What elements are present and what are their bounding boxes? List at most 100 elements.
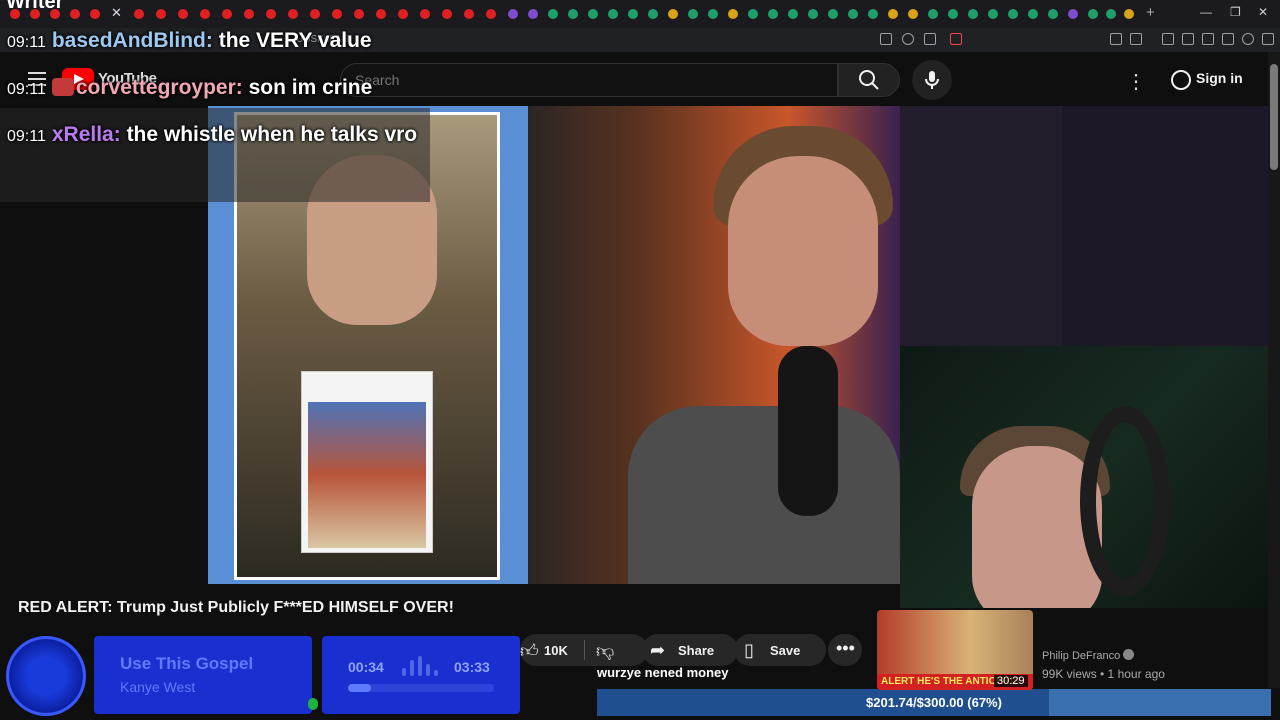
tab-favicon[interactable]	[10, 9, 20, 19]
sidebar-icon[interactable]	[1182, 33, 1194, 45]
tab-favicon[interactable]	[588, 9, 598, 19]
tab-favicon[interactable]	[648, 9, 658, 19]
share-label: Share	[678, 643, 715, 658]
tab-favicon[interactable]	[968, 9, 978, 19]
tab-favicon[interactable]	[868, 9, 878, 19]
settings-menu-icon[interactable]: ⋮	[1126, 69, 1146, 94]
tab-favicon[interactable]	[1048, 9, 1058, 19]
recommended-channel[interactable]: Philip DeFranco	[1042, 649, 1135, 662]
tab-favicon[interactable]	[908, 9, 918, 19]
share-page-icon[interactable]	[924, 33, 936, 45]
tab-favicon[interactable]	[420, 9, 430, 19]
tab-favicon[interactable]	[156, 9, 166, 19]
donation-goal-text: $201.74/$300.00 (67%)	[866, 695, 1002, 710]
tab-favicon[interactable]	[628, 9, 638, 19]
chat-username: basedAndBlind	[51, 29, 206, 52]
song-progress-fill	[348, 684, 372, 692]
tab-favicon[interactable]	[1008, 9, 1018, 19]
zoom-icon[interactable]	[902, 33, 914, 45]
chat-message: 09:11 basedAndBlind: the VERY value	[7, 29, 372, 52]
menu-icon[interactable]	[1262, 33, 1274, 45]
equalizer-icon	[402, 656, 442, 678]
tab-favicon[interactable]	[486, 9, 496, 19]
tab-favicon[interactable]	[528, 9, 538, 19]
tab-favicon[interactable]	[1106, 9, 1116, 19]
tab-favicon[interactable]	[332, 9, 342, 19]
more-actions-button[interactable]: •••	[828, 634, 862, 666]
tab-favicon[interactable]	[200, 9, 210, 19]
tab-favicon[interactable]	[1028, 9, 1038, 19]
share-button[interactable]: ➦ Share	[642, 634, 738, 666]
tab-favicon[interactable]	[748, 9, 758, 19]
streamer-webcam	[900, 346, 1280, 608]
tab-favicon[interactable]	[808, 9, 818, 19]
thumbs-down-icon[interactable]: 👎︎	[596, 640, 614, 662]
tab-favicon[interactable]	[70, 9, 80, 19]
chat-timestamp: 09:11	[7, 34, 46, 51]
tab-favicon[interactable]	[988, 9, 998, 19]
tab-favicon[interactable]	[442, 9, 452, 19]
tab-favicon[interactable]	[266, 9, 276, 19]
tab-favicon[interactable]	[178, 9, 188, 19]
tab-favicon[interactable]	[398, 9, 408, 19]
tab-favicon[interactable]	[310, 9, 320, 19]
like-count[interactable]: 10K	[544, 643, 568, 658]
tab-favicon[interactable]	[376, 9, 386, 19]
voice-search-button[interactable]	[912, 60, 952, 100]
search-button[interactable]	[838, 63, 900, 97]
tab-favicon[interactable]	[708, 9, 718, 19]
tab-favicon[interactable]	[464, 9, 474, 19]
vpn-icon[interactable]	[1222, 33, 1234, 45]
maximize-icon[interactable]: ❐	[1230, 5, 1241, 19]
extensions-icon[interactable]	[1110, 33, 1122, 45]
minimize-icon[interactable]: —	[1200, 5, 1212, 19]
browser-tab-strip: Writer ✕ + — ❐ ✕	[0, 0, 1280, 28]
bookmark-icon: ▯	[744, 640, 754, 660]
chat-message: 09:11 xRella: the whistle when he talks v…	[7, 123, 418, 146]
chat-overlay: 09:11 basedAndBlind: the VERY value 09:11…	[0, 26, 430, 152]
tab-favicon[interactable]	[768, 9, 778, 19]
search-icon	[859, 70, 879, 90]
tab-favicon[interactable]	[354, 9, 364, 19]
tab-favicon[interactable]	[848, 9, 858, 19]
tab-favicon[interactable]	[788, 9, 798, 19]
tab-favicon[interactable]	[688, 9, 698, 19]
chat-text: the whistle when he talks vro	[126, 123, 418, 146]
tab-favicon[interactable]	[30, 9, 40, 19]
tab-favicon[interactable]	[222, 9, 232, 19]
install-icon[interactable]	[880, 33, 892, 45]
tab-favicon[interactable]	[288, 9, 298, 19]
thumbs-up-icon[interactable]: 👍︎	[520, 640, 539, 662]
now-playing-card: Use This Gospel Kanye West	[94, 636, 312, 714]
scrollbar-thumb[interactable]	[1270, 64, 1278, 170]
tab-favicon[interactable]	[50, 9, 60, 19]
tab-favicon[interactable]	[948, 9, 958, 19]
tab-favicon[interactable]	[90, 9, 100, 19]
tab-favicon[interactable]	[828, 9, 838, 19]
tab-favicon[interactable]	[608, 9, 618, 19]
close-tab-icon[interactable]: ✕	[111, 5, 122, 21]
save-button[interactable]: ▯ Save	[734, 634, 826, 666]
scrollbar[interactable]	[1268, 52, 1280, 688]
shield-icon[interactable]	[1242, 33, 1254, 45]
close-window-icon[interactable]: ✕	[1258, 5, 1268, 19]
tab-favicon[interactable]	[728, 9, 738, 19]
tab-favicon[interactable]	[568, 9, 578, 19]
tab-favicon[interactable]	[244, 9, 254, 19]
chat-text: the VERY value	[218, 29, 372, 52]
tab-favicon[interactable]	[888, 9, 898, 19]
screenshot-icon[interactable]	[1130, 33, 1142, 45]
tab-favicon[interactable]	[928, 9, 938, 19]
tab-favicon[interactable]	[508, 9, 518, 19]
media-icon[interactable]	[1162, 33, 1174, 45]
tab-favicon[interactable]	[1088, 9, 1098, 19]
tab-favicon[interactable]	[668, 9, 678, 19]
wallet-icon[interactable]	[1202, 33, 1214, 45]
new-tab-icon[interactable]: +	[1146, 4, 1155, 21]
tab-favicon[interactable]	[1124, 9, 1134, 19]
tab-favicon[interactable]	[548, 9, 558, 19]
tab-favicon[interactable]	[134, 9, 144, 19]
sign-in-button[interactable]: Sign in	[1160, 64, 1255, 96]
tab-favicon[interactable]	[1068, 9, 1078, 19]
brave-shield-icon[interactable]	[950, 33, 962, 45]
